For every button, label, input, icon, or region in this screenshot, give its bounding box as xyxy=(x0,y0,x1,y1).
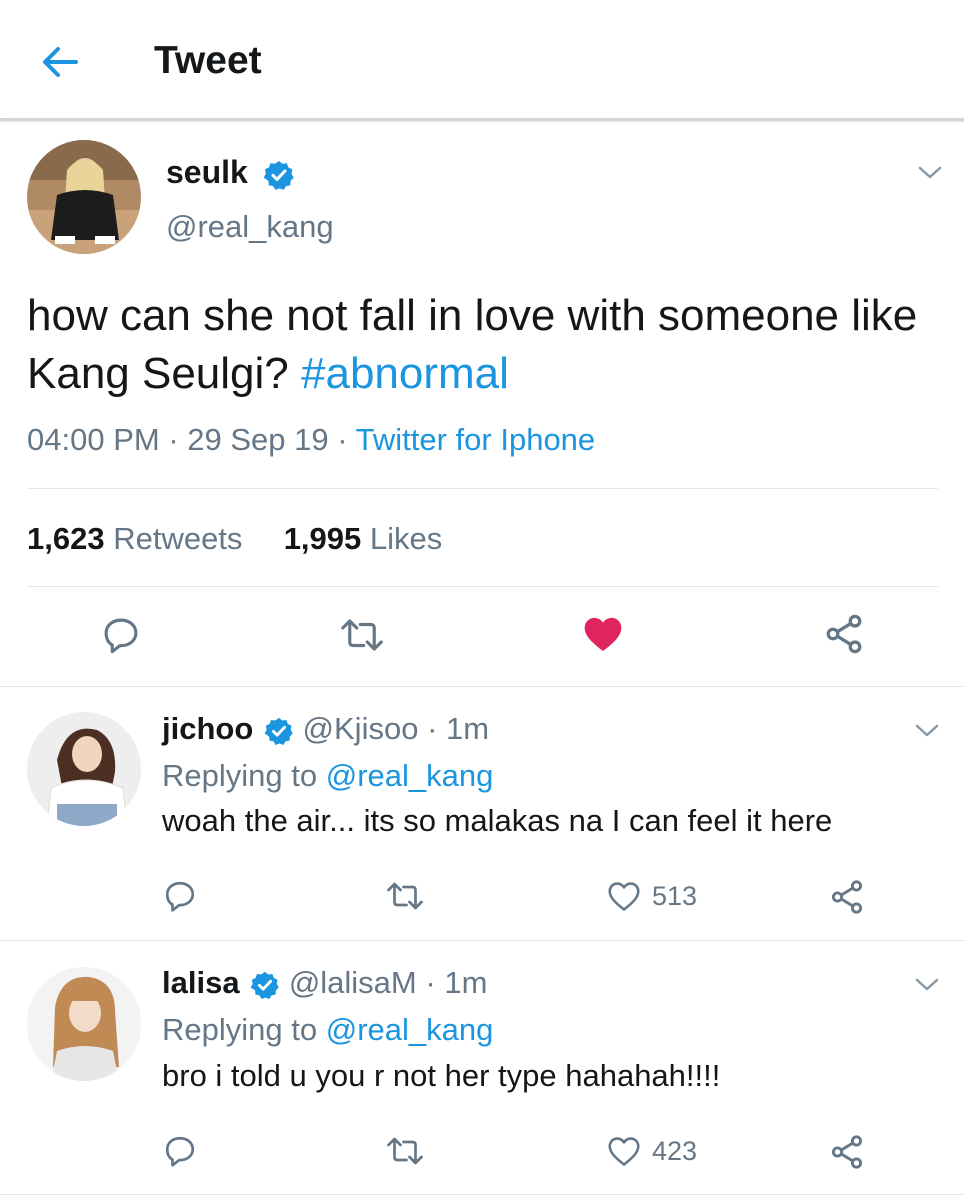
header-divider xyxy=(0,118,964,121)
retweet-button[interactable] xyxy=(385,1133,425,1169)
replying-to-line: Replying to @real_kang xyxy=(162,756,493,796)
tweet-meta: 04:00 PM · 29 Sep 19 · Twitter for Iphon… xyxy=(27,418,595,462)
likes-count: 1,995 xyxy=(283,521,362,556)
meta-separator: · xyxy=(168,422,179,457)
top-app-bar xyxy=(0,0,964,118)
reply-options-button[interactable] xyxy=(912,716,942,746)
like-button[interactable]: 513 xyxy=(606,878,697,914)
verified-badge-icon xyxy=(263,160,294,190)
reply-icon xyxy=(165,1136,195,1167)
divider xyxy=(0,1194,964,1195)
retweet-icon xyxy=(387,1137,423,1165)
like-button[interactable]: 423 xyxy=(606,1133,697,1169)
reply-text: bro i told u you r not her type hahahah!… xyxy=(162,1058,721,1093)
likes-label: Likes xyxy=(369,521,443,556)
replying-to-link[interactable]: @real_kang xyxy=(326,758,494,793)
tweet-stats: 1,623 Retweets 1,995 Likes xyxy=(27,517,442,561)
share-button[interactable] xyxy=(828,1133,866,1171)
reply-display-name[interactable]: lalisa xyxy=(162,965,240,1000)
like-count: 513 xyxy=(652,880,698,911)
reply-button[interactable] xyxy=(100,614,142,656)
share-icon xyxy=(831,880,863,914)
meta-separator: · xyxy=(425,965,436,1000)
reply-handle[interactable]: @Kjisoo xyxy=(303,711,419,746)
share-icon xyxy=(831,1135,863,1169)
verified-badge-icon xyxy=(250,971,279,999)
retweets-stat[interactable]: 1,623 Retweets xyxy=(27,521,242,556)
retweet-icon xyxy=(341,619,383,651)
back-button[interactable] xyxy=(38,40,82,84)
retweet-button[interactable] xyxy=(385,878,425,914)
author-name-row: seulk xyxy=(166,152,295,192)
reply-header: jichoo @Kjisoo · 1m xyxy=(162,709,489,749)
retweets-label: Retweets xyxy=(113,521,243,556)
like-button[interactable] xyxy=(581,612,625,656)
back-arrow-icon xyxy=(43,47,78,77)
heart-icon xyxy=(608,882,640,911)
tweet-time: 04:00 PM xyxy=(27,422,160,457)
like-count: 423 xyxy=(652,1135,698,1166)
tweet-source-link[interactable]: Twitter for Iphone xyxy=(356,422,596,457)
verified-badge-icon xyxy=(264,717,293,745)
chevron-down-icon xyxy=(918,166,942,179)
reply-icon xyxy=(104,618,138,654)
author-handle[interactable]: @real_kang xyxy=(166,207,334,247)
retweets-count: 1,623 xyxy=(27,521,105,556)
chevron-down-icon xyxy=(915,724,939,737)
reply-button[interactable] xyxy=(162,1133,198,1169)
reply-options-button[interactable] xyxy=(912,970,942,1000)
avatar[interactable] xyxy=(27,967,141,1081)
tweet-options-button[interactable] xyxy=(915,158,945,188)
reply-time: 1m xyxy=(446,711,490,746)
divider xyxy=(0,686,964,687)
meta-separator: · xyxy=(427,711,438,746)
reply-button[interactable] xyxy=(162,878,198,914)
share-button[interactable] xyxy=(822,612,866,656)
replying-label: Replying to xyxy=(162,1012,318,1047)
reply-display-name[interactable]: jichoo xyxy=(162,711,253,746)
share-icon xyxy=(826,614,862,654)
replying-to-link[interactable]: @real_kang xyxy=(326,1012,494,1047)
chevron-down-icon xyxy=(915,978,939,991)
likes-stat[interactable]: 1,995 Likes xyxy=(284,521,443,556)
replying-to-line: Replying to @real_kang xyxy=(162,1010,493,1050)
retweet-button[interactable] xyxy=(338,614,386,656)
reply-text: woah the air... its so malakas na I can … xyxy=(162,803,833,838)
avatar[interactable] xyxy=(27,140,141,254)
heart-icon xyxy=(584,617,622,652)
divider xyxy=(27,586,938,587)
reply-icon xyxy=(165,881,195,912)
reply-handle[interactable]: @lalisaM xyxy=(289,965,417,1000)
divider xyxy=(0,940,964,941)
replying-label: Replying to xyxy=(162,758,318,793)
reply-time: 1m xyxy=(444,965,488,1000)
retweet-icon xyxy=(387,882,423,910)
meta-separator: · xyxy=(337,422,348,457)
author-display-name[interactable]: seulk xyxy=(166,154,248,190)
hashtag-link[interactable]: #abnormal xyxy=(301,349,509,398)
tweet-date: 29 Sep 19 xyxy=(187,422,329,457)
heart-icon xyxy=(608,1137,640,1166)
share-button[interactable] xyxy=(828,878,866,916)
page-title: Tweet xyxy=(154,39,262,82)
reply-header: lalisa @lalisaM · 1m xyxy=(162,963,487,1003)
tweet-text: how can she not fall in love with someon… xyxy=(27,287,927,403)
divider xyxy=(27,488,938,489)
avatar[interactable] xyxy=(27,712,141,826)
